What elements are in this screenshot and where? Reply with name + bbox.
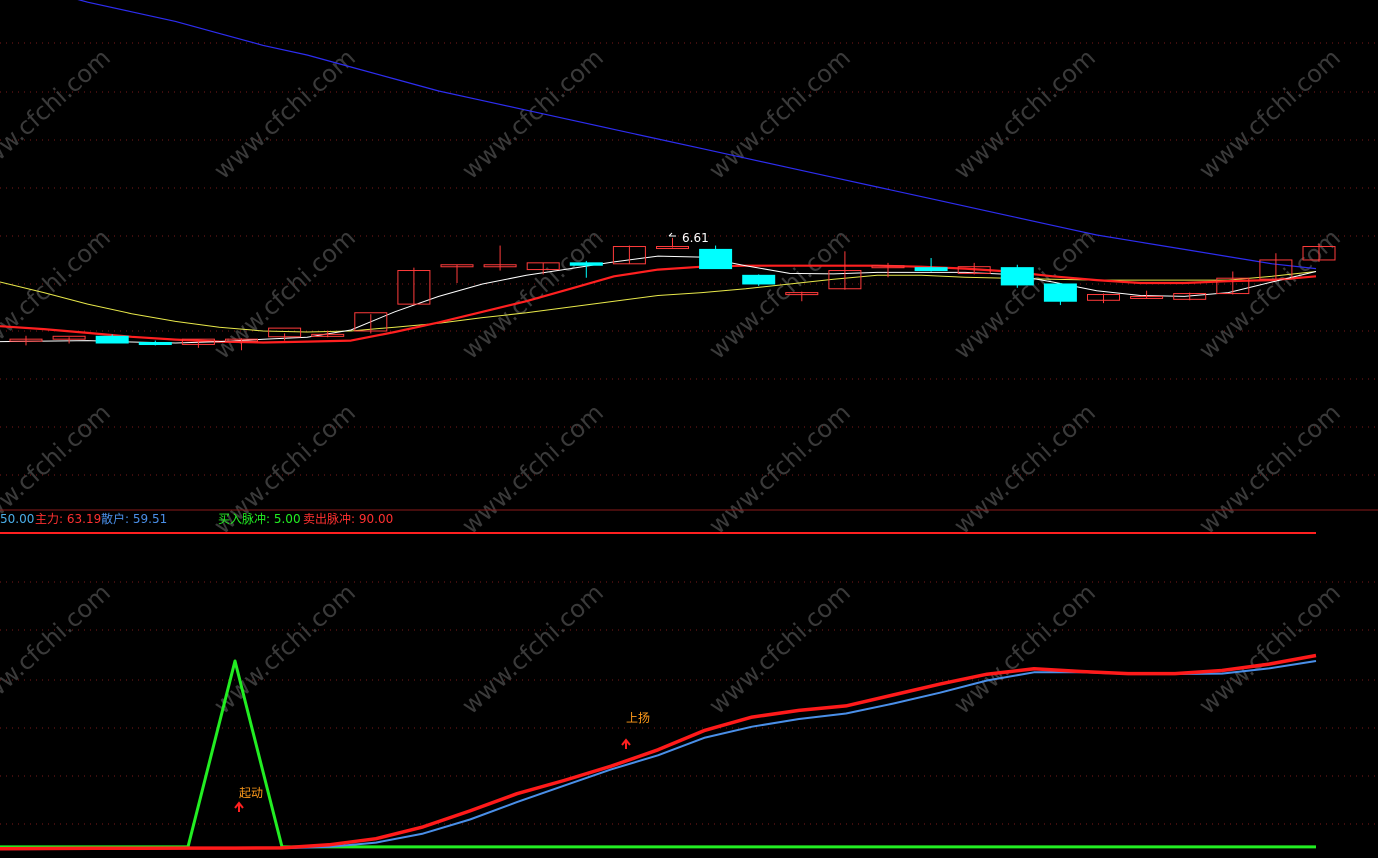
retail-line xyxy=(0,660,1317,851)
start-arrow-icon xyxy=(234,801,244,812)
candlestick-series xyxy=(9,237,1336,351)
watermark-text: www.cfchi.com xyxy=(703,398,855,539)
candle-body xyxy=(914,267,948,272)
start-label: 起动 xyxy=(239,786,263,800)
candle xyxy=(914,258,948,272)
watermark-text: www.cfchi.com xyxy=(0,578,116,719)
watermark-text: www.cfchi.com xyxy=(703,578,855,719)
watermark-text: www.cfchi.com xyxy=(456,43,608,184)
candle-body xyxy=(699,248,733,270)
legend-retail: 散户: 59.51 xyxy=(101,511,167,526)
start-signal: 起动 xyxy=(234,786,263,812)
candle xyxy=(1000,264,1034,288)
watermark-text: www.cfchi.com xyxy=(703,223,855,364)
watermark-text: www.cfchi.com xyxy=(208,578,360,719)
price-high-marker: 6.61 xyxy=(668,231,709,245)
legend-buy-pulse: 买入脉冲: 5.00 xyxy=(218,511,301,526)
main-force-line xyxy=(0,653,1317,851)
moving-average-lines xyxy=(0,0,1317,344)
rise-arrow-icon xyxy=(621,738,631,749)
buy-pulse-line xyxy=(0,659,1316,849)
watermark-text: www.cfchi.com xyxy=(948,398,1100,539)
legend-level-value: 50.00 xyxy=(0,512,34,526)
candle xyxy=(9,335,43,346)
candle-body xyxy=(569,262,603,266)
watermark-text: www.cfchi.com xyxy=(0,43,116,184)
legend-main-force: 主力: 63.19 xyxy=(35,512,101,526)
watermark-layer: www.cfchi.com www.cfchi.com www.cfchi.com w… xyxy=(0,43,1346,719)
rise-label: 上扬 xyxy=(626,710,650,725)
candle xyxy=(440,264,474,283)
legend-sell-pulse: 卖出脉冲: 90.00 xyxy=(303,511,393,526)
candle-body xyxy=(95,335,129,344)
indicator-legend: 50.00 主力: 63.19 散户: 59.51 买入脉冲: 5.00 卖出脉… xyxy=(0,511,393,526)
candle xyxy=(742,274,776,286)
candle xyxy=(138,340,172,346)
watermark-text: www.cfchi.com xyxy=(456,223,608,364)
candle xyxy=(483,245,517,271)
ma-blue-line xyxy=(77,0,1317,270)
candle-body xyxy=(1043,283,1077,302)
price-high-pointer xyxy=(668,232,676,237)
candle-body xyxy=(1000,267,1034,286)
watermark-text: www.cfchi.com xyxy=(948,578,1100,719)
indicator-gridlines xyxy=(0,581,1378,825)
watermark-text: www.cfchi.com xyxy=(1193,578,1345,719)
indicator-lines xyxy=(0,653,1317,851)
candle-body xyxy=(656,246,689,250)
watermark-text: www.cfchi.com xyxy=(1193,43,1345,184)
candle-body xyxy=(742,274,776,285)
candle xyxy=(397,267,431,306)
price-gridlines xyxy=(0,42,1378,476)
candle xyxy=(52,335,86,344)
watermark-text: www.cfchi.com xyxy=(948,43,1100,184)
candle-body xyxy=(138,342,172,346)
candle xyxy=(1043,283,1077,306)
watermark-text: www.cfchi.com xyxy=(208,43,360,184)
stock-chart: www.cfchi.com www.cfchi.com www.cfchi.com w… xyxy=(0,0,1378,851)
watermark-text: www.cfchi.com xyxy=(703,43,855,184)
candle xyxy=(1087,293,1120,304)
ma-red-line xyxy=(0,264,1317,344)
watermark-text: www.cfchi.com xyxy=(456,398,608,539)
price-high-label: 6.61 xyxy=(682,231,709,245)
watermark-text: www.cfchi.com xyxy=(208,223,360,364)
candle xyxy=(1216,271,1250,295)
watermark-text: www.cfchi.com xyxy=(948,223,1100,364)
rise-signal: 上扬 xyxy=(621,710,650,749)
candle xyxy=(699,245,733,270)
watermark-text: www.cfchi.com xyxy=(1193,398,1345,539)
watermark-text: www.cfchi.com xyxy=(456,578,608,719)
